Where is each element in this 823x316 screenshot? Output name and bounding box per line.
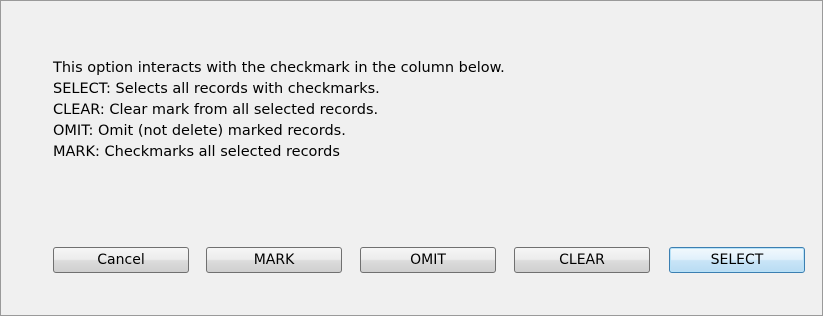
cancel-button[interactable]: Cancel [53,247,189,273]
clear-button[interactable]: CLEAR [514,247,650,273]
message-line-omit: OMIT: Omit (not delete) marked records. [53,123,346,139]
message-line-clear: CLEAR: Clear mark from all selected reco… [53,102,379,118]
dialog-window: This option interacts with the checkmark… [0,0,823,316]
message-line-intro: This option interacts with the checkmark… [53,60,505,76]
mark-button[interactable]: MARK [206,247,342,273]
message-line-mark: MARK: Checkmarks all selected records [53,144,340,160]
omit-button[interactable]: OMIT [360,247,496,273]
dialog-message: This option interacts with the checkmark… [53,58,505,163]
select-button[interactable]: SELECT [669,247,805,273]
message-line-select: SELECT: Selects all records with checkma… [53,81,380,97]
